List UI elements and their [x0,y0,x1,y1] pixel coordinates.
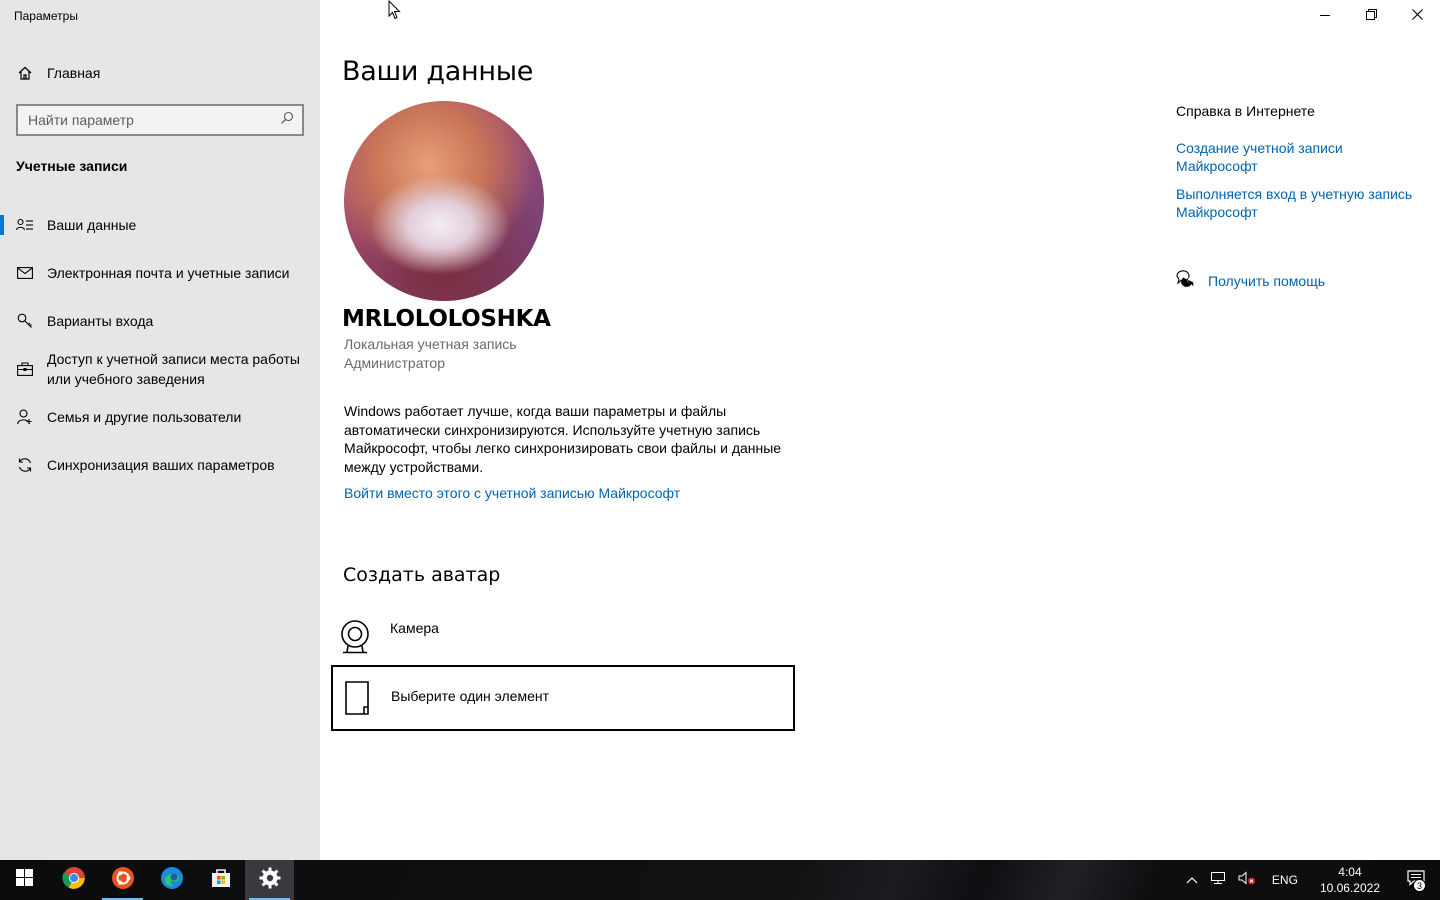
volume-muted-icon [1238,870,1256,890]
sidebar: Параметры Главная Учетные записи Ваши да… [0,0,320,860]
tray-network-button[interactable] [1204,860,1232,900]
tray-overflow-button[interactable] [1180,860,1204,900]
close-button[interactable] [1394,0,1440,32]
sidebar-item-your-info[interactable]: Ваши данные [0,201,320,249]
sidebar-item-family[interactable]: Семья и другие пользователи [0,393,320,441]
sidebar-item-label: Доступ к учетной записи места работы или… [47,351,300,387]
taskbar-settings[interactable] [245,860,294,900]
gear-icon [259,867,281,894]
minimize-button[interactable] [1302,0,1348,32]
page-title: Ваши данные [342,56,534,87]
sync-icon [0,457,47,473]
briefcase-icon [0,362,47,376]
create-avatar-heading: Создать аватар [343,564,501,586]
sidebar-item-email[interactable]: Электронная почта и учетные записи [0,249,320,297]
restore-icon [1365,7,1377,25]
sidebar-item-sign-in-options[interactable]: Варианты входа [0,297,320,345]
sidebar-item-sync[interactable]: Синхронизация ваших параметров [0,441,320,489]
taskbar-store[interactable] [196,860,245,900]
tray-volume-button[interactable] [1232,860,1262,900]
help-link-sign-in[interactable]: Выполняется вход в учетную запись Майкро… [1176,185,1426,221]
sidebar-item-label: Синхронизация ваших параметров [47,457,275,473]
camera-option[interactable]: Камера [331,616,795,660]
chrome-icon [61,866,86,895]
get-help[interactable]: ? Получить помощь [1176,269,1325,292]
svg-text:?: ? [1186,277,1190,285]
person-add-icon [0,409,47,425]
start-button[interactable] [0,860,49,900]
avatar [344,101,544,301]
window-controls [1302,0,1440,32]
windows-logo-icon [16,869,33,891]
taskbar-chrome[interactable] [49,860,98,900]
help-link-create-account[interactable]: Создание учетной записи Майкрософт [1176,139,1426,175]
edge-icon [160,866,184,895]
taskbar-ubuntu[interactable] [98,860,147,900]
notification-count-badge: 3 [1413,879,1426,892]
sidebar-item-work-access[interactable]: Доступ к учетной записи места работы или… [0,345,320,393]
network-icon [1210,871,1226,890]
sidebar-nav: Ваши данные Электронная почта и учетные … [0,201,320,489]
search-box[interactable] [16,104,304,136]
search-input[interactable] [28,112,280,128]
person-list-icon [0,218,47,232]
section-title: Учетные записи [16,158,128,174]
system-tray: ENG 4:04 10.06.2022 3 [1180,860,1440,900]
sync-description: Windows работает лучше, когда ваши парам… [344,403,782,475]
sidebar-item-label: Ваши данные [47,217,137,233]
key-icon [0,313,47,329]
search-icon[interactable] [280,111,294,130]
chevron-up-icon [1186,871,1198,889]
sidebar-item-home[interactable]: Главная [0,56,320,90]
username: MRLOLOLOSHKA [342,306,551,332]
browse-label: Выберите один элемент [391,688,550,704]
app-title: Параметры [14,9,78,23]
close-icon [1411,7,1423,25]
account-role: Администратор [344,355,446,371]
main-content: Ваши данные MRLOLOLOSHKA Локальная учетн… [320,0,1160,860]
language-indicator[interactable]: ENG [1262,860,1308,900]
browse-option[interactable]: Выберите один элемент [331,665,795,731]
clock-time: 4:04 [1338,865,1362,879]
sidebar-item-label: Электронная почта и учетные записи [47,265,290,281]
sidebar-item-label: Варианты входа [47,313,154,329]
action-center-button[interactable]: 3 [1392,860,1440,900]
sidebar-item-label: Семья и другие пользователи [47,409,242,425]
taskbar-edge[interactable] [147,860,196,900]
clock-date: 10.06.2022 [1319,881,1380,895]
home-label: Главная [47,65,101,81]
file-icon [333,681,381,715]
get-help-link[interactable]: Получить помощь [1208,273,1325,289]
ubuntu-icon [111,866,135,895]
help-title: Справка в Интернете [1176,103,1315,119]
home-icon [0,65,47,81]
camera-icon [331,616,379,654]
mouse-cursor-icon [388,0,402,25]
taskbar: ENG 4:04 10.06.2022 3 [0,860,1440,900]
mail-icon [0,267,47,279]
account-type: Локальная учетная запись [344,336,517,352]
camera-label: Камера [390,620,439,636]
restore-button[interactable] [1348,0,1394,32]
clock[interactable]: 4:04 10.06.2022 [1308,860,1392,900]
chat-help-icon: ? [1176,269,1194,292]
signin-microsoft-link[interactable]: Войти вместо этого с учетной записью Май… [344,485,680,501]
store-icon [209,866,233,895]
minimize-icon [1320,7,1330,25]
